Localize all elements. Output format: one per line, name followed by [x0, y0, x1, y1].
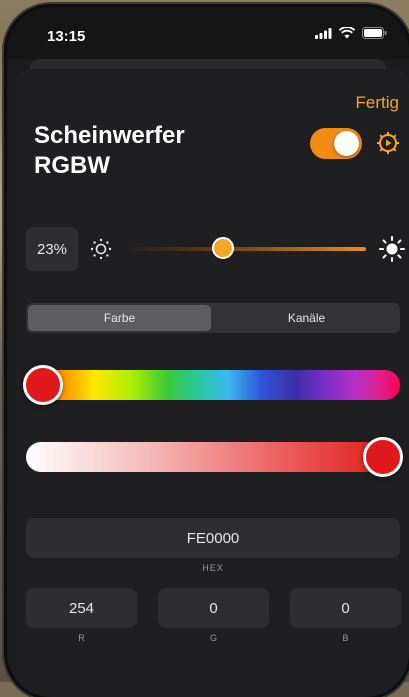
sun-bright-icon	[379, 236, 405, 262]
wifi-icon	[339, 27, 355, 39]
saturation-slider-thumb[interactable]	[363, 437, 403, 477]
hue-slider-thumb[interactable]	[23, 365, 63, 405]
status-bar: 13:15	[7, 7, 409, 59]
device-sheet: Fertig Scheinwerfer RGBW 23% Farbe Kanäl…	[16, 69, 409, 697]
device-title-line2: RGBW	[34, 152, 110, 179]
battery-icon	[362, 27, 387, 39]
tab-farbe[interactable]: Farbe	[28, 305, 211, 331]
saturation-slider-track[interactable]	[26, 442, 400, 472]
blue-label: B	[342, 633, 349, 643]
green-input[interactable]: 0	[158, 588, 269, 628]
device-title: Scheinwerfer RGBW	[34, 121, 234, 181]
brightness-slider-track[interactable]	[126, 247, 366, 251]
red-input[interactable]: 254	[26, 588, 137, 628]
status-time: 13:15	[47, 28, 86, 45]
device-title-line1: Scheinwerfer	[34, 122, 185, 149]
hex-label: HEX	[202, 563, 224, 573]
toggle-knob	[334, 131, 359, 156]
hue-slider-track[interactable]	[26, 370, 400, 400]
sun-dim-icon	[90, 238, 112, 260]
brightness-slider-thumb[interactable]	[212, 237, 235, 259]
signal-icon	[315, 27, 332, 39]
power-toggle[interactable]	[310, 128, 362, 159]
gear-play-icon[interactable]	[375, 130, 401, 156]
hex-input[interactable]: FE0000	[26, 518, 400, 558]
done-button[interactable]: Fertig	[356, 93, 399, 113]
red-label: R	[78, 633, 85, 643]
tab-kanaele[interactable]: Kanäle	[215, 305, 398, 331]
phone-screen: 13:15 Fertig Scheinwerfer RGBW 23% Farbe…	[7, 7, 409, 697]
green-label: G	[209, 633, 217, 643]
mode-segmented-control: Farbe Kanäle	[26, 303, 400, 333]
status-icons	[315, 27, 387, 39]
brightness-value[interactable]: 23%	[26, 227, 78, 271]
blue-input[interactable]: 0	[290, 588, 401, 628]
